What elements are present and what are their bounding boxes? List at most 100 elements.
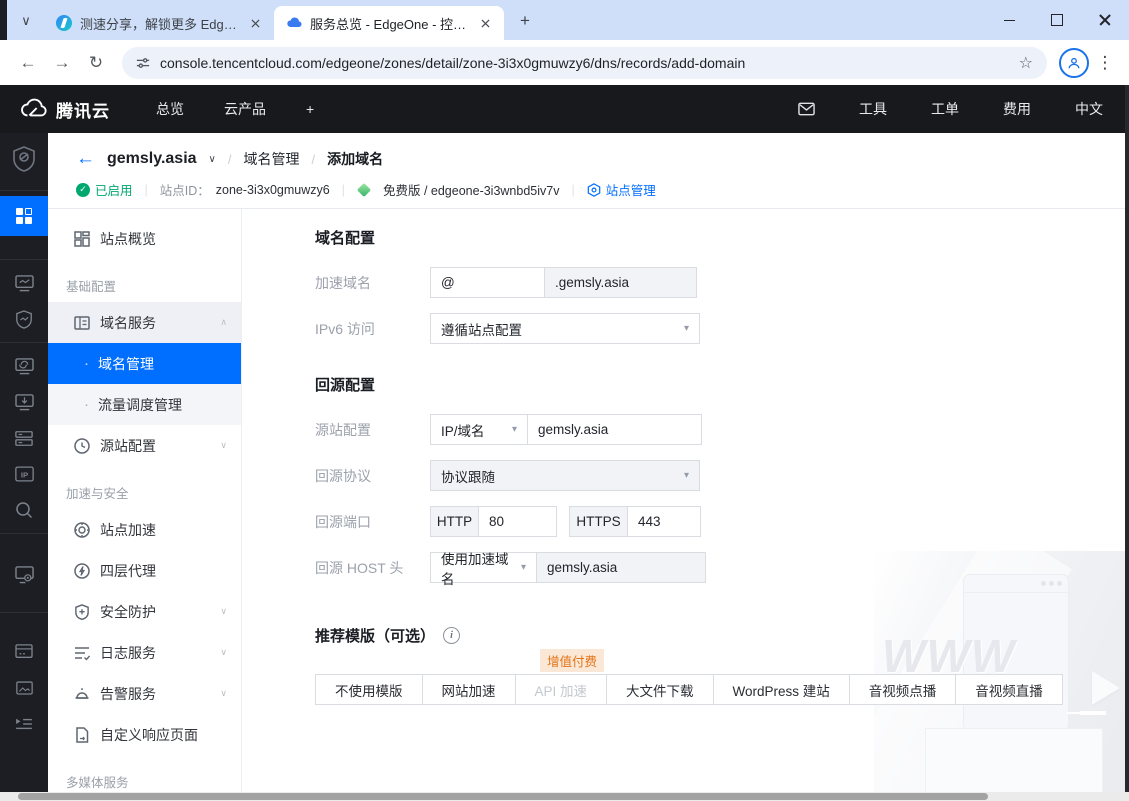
sidebar-item-label: 域名服务 [100,313,156,333]
info-icon[interactable]: i [443,627,460,644]
breadcrumb-domain-management[interactable]: 域名管理 [244,149,300,169]
https-port-label: HTTPS [569,506,628,537]
l4-proxy-icon [74,563,90,579]
close-icon [1099,14,1111,26]
rail-playlist-icon[interactable] [0,706,48,742]
tab-search-button[interactable]: ∨ [12,7,40,35]
nav-overview[interactable]: 总览 [156,99,184,119]
breadcrumb-separator: / [228,152,232,167]
nav-add[interactable]: + [306,101,314,117]
rail-image-icon[interactable] [0,670,48,706]
sidebar-item-traffic-scheduling[interactable]: · 流量调度管理 [48,384,241,425]
browser-window: ∨ 测速分享，解锁更多 EdgeOne 服务总览 - EdgeOne - 控制台… [0,0,1129,801]
ipv6-select-value: 遵循站点配置 [441,319,522,339]
url-text[interactable]: console.tencentcloud.com/edgeone/zones/d… [160,55,1009,71]
sidebar-item-origin-config[interactable]: 源站配置 ∨ [48,425,241,466]
template-no-template-button[interactable]: 不使用模版 [315,674,423,705]
nav-products[interactable]: 云产品 [224,99,266,119]
profile-avatar[interactable] [1059,48,1089,78]
ipv6-select[interactable]: 遵循站点配置 ▾ [430,313,700,344]
browser-menu-icon[interactable]: ⋮ [1095,53,1115,73]
content-row: 站点概览 基础配置 域名服务 ∧ · 域名管理 [48,209,1129,801]
maximize-button[interactable] [1033,0,1081,40]
decor-panel [926,729,1102,801]
tab-console-active[interactable]: 服务总览 - EdgeOne - 控制台 [274,6,504,40]
tab-edgeone-promo[interactable]: 测速分享，解锁更多 EdgeOne [44,6,274,40]
form-row-host-header: 回源 HOST 头 使用加速域名 ▾ gemsly.asia [315,552,1129,583]
sidebar-item-security-protection[interactable]: 安全防护 ∨ [48,591,241,632]
sidebar-item-log-service[interactable]: 日志服务 ∨ [48,632,241,673]
sidebar-item-label: 站点概览 [100,229,156,249]
rail-server-icon[interactable] [0,420,48,456]
field-label-domain: 加速域名 [315,273,430,293]
edgeone-shield-logo-icon[interactable] [0,133,48,185]
field-label-origin: 源站配置 [315,420,430,440]
close-icon[interactable] [476,14,494,32]
reload-button[interactable]: ↻ [82,49,110,77]
sidebar-item-domain-service[interactable]: 域名服务 ∧ [48,302,241,343]
template-vod-button[interactable]: 音视频点播 [849,674,957,705]
origin-address-input[interactable] [527,414,702,445]
origin-type-select[interactable]: IP/域名 ▾ [430,414,528,445]
rail-shield-chart-icon[interactable] [0,301,48,337]
field-label-protocol: 回源协议 [315,466,430,486]
site-manage-link[interactable]: 站点管理 [587,180,656,199]
back-arrow-icon[interactable]: ← [76,148,95,170]
close-window-button[interactable] [1081,0,1129,40]
https-port-input[interactable] [627,506,701,537]
rail-dashboard-active[interactable] [0,196,48,236]
rail-monitor-gear-icon[interactable] [0,557,48,593]
rail-search-icon[interactable] [0,492,48,528]
nav-tools[interactable]: 工具 [859,99,887,119]
nav-language[interactable]: 中文 [1075,99,1103,119]
message-envelope-icon[interactable] [798,102,815,116]
template-live-streaming-button[interactable]: 音视频直播 [955,674,1063,705]
sidebar-item-alarm-service[interactable]: 告警服务 ∨ [48,673,241,714]
http-port-input[interactable] [478,506,557,537]
status-label: 已启用 [95,180,133,199]
template-wordpress-button[interactable]: WordPress 建站 [713,674,850,705]
sidebar-item-site-acceleration[interactable]: 站点加速 [48,509,241,550]
rail-monitor-icon[interactable] [0,265,48,301]
shield-plus-icon [74,604,90,620]
back-button[interactable]: ← [14,49,42,77]
decor-dash [1080,711,1106,715]
rail-monitor-sync-icon[interactable] [0,348,48,384]
template-large-file-download-button[interactable]: 大文件下载 [606,674,714,705]
site-switcher[interactable]: gemsly.asia [107,150,197,168]
tencent-cloud-logo-icon [18,98,48,120]
new-tab-button[interactable]: + [512,8,538,34]
minimize-button[interactable] [985,0,1033,40]
console-topnav: 腾讯云 总览 云产品 + 工具 工单 费用 中文 [0,85,1129,133]
horizontal-scrollbar-thumb[interactable] [18,793,988,800]
custom-page-icon [74,727,90,743]
rail-divider [0,533,48,534]
address-bar[interactable]: console.tencentcloud.com/edgeone/zones/d… [122,47,1047,79]
sidebar-item-label: 站点加速 [100,520,156,540]
bookmark-star-icon[interactable]: ☆ [1019,53,1033,73]
plan-text: 免费版 / edgeone-3i3wnbd5iv7v [383,180,560,199]
sidebar-item-custom-response-page[interactable]: 自定义响应页面 [48,714,241,755]
field-label-ports: 回源端口 [315,512,430,532]
tencent-cloud-brand[interactable]: 腾讯云 [18,97,110,122]
main-panel: ← gemsly.asia ∨ / 域名管理 / 添加域名 ✓ 已启用 | 站点… [48,133,1129,801]
bullet-icon: · [84,396,89,413]
template-website-acceleration-button[interactable]: 网站加速 [422,674,516,705]
sidebar-item-l4-proxy[interactable]: 四层代理 [48,550,241,591]
nav-tickets[interactable]: 工单 [931,99,959,119]
section-title-templates: 推荐模版（可选） i [315,625,1129,646]
rail-browser-icon[interactable] [0,634,48,670]
nav-billing[interactable]: 费用 [1003,99,1031,119]
site-settings-icon[interactable] [136,56,150,70]
domain-input[interactable] [430,267,545,298]
forward-button[interactable]: → [48,49,76,77]
host-header-mode-select[interactable]: 使用加速域名 ▾ [430,552,537,583]
rail-monitor-download-icon[interactable] [0,384,48,420]
sidebar-item-domain-management[interactable]: · 域名管理 [48,343,241,384]
sidebar-item-site-overview[interactable]: 站点概览 [48,218,241,259]
breadcrumb-separator: / [312,152,316,167]
rail-ip-icon[interactable]: IP [0,456,48,492]
close-icon[interactable] [246,14,264,32]
origin-protocol-select[interactable]: 协议跟随 ▾ [430,460,700,491]
chevron-down-icon[interactable]: ∨ [209,154,216,165]
